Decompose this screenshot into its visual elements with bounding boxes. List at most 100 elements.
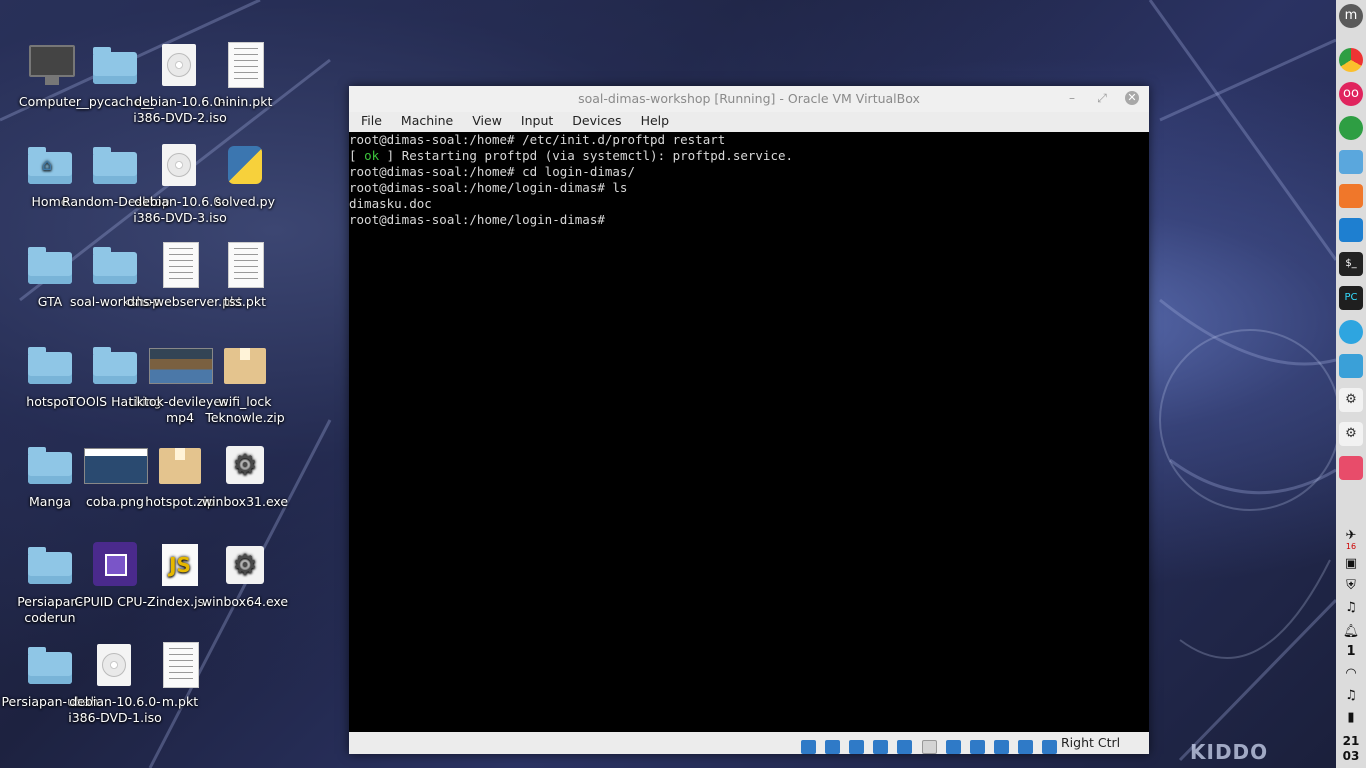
notification-badge: 16 (1345, 542, 1357, 551)
desktop-icon-label: Teknowle.zip (205, 410, 285, 425)
menu-view[interactable]: View (460, 112, 509, 128)
firefox-icon[interactable] (1339, 184, 1363, 208)
folder-icon (92, 142, 138, 188)
battery-icon[interactable]: ▮ (1336, 710, 1366, 725)
home-folder-icon (27, 142, 73, 188)
menu-help[interactable]: Help (629, 112, 677, 128)
desktop-icon-debian-dvd-1[interactable]: debian-10.6.0- i386-DVD-1.iso (68, 642, 162, 726)
desktop-icon-persiapan-coderun[interactable]: Persiapan- coderun (17, 542, 83, 626)
python-file-icon (222, 142, 268, 188)
monitor-icon[interactable] (1339, 354, 1363, 378)
workspace-indicator[interactable]: 1 (1336, 644, 1366, 659)
clock-hour: 21 (1342, 734, 1360, 748)
desktop-icon-solved-py[interactable]: solved.py (212, 142, 278, 210)
status-ok: ok (364, 148, 380, 163)
virtualbox-window[interactable]: soal-dimas-workshop [Running] - Oracle V… (349, 86, 1149, 754)
window-titlebar[interactable]: soal-dimas-workshop [Running] - Oracle V… (349, 86, 1149, 112)
device-status-icons (797, 736, 1057, 755)
audio-icon[interactable] (849, 739, 865, 754)
maximize-button[interactable]: ⤢ (1093, 89, 1111, 107)
volume-icon[interactable]: ♫ (1336, 688, 1366, 703)
desktop-icon-label: m.pkt (161, 694, 199, 709)
pycharm-icon[interactable]: PC (1339, 286, 1363, 310)
desktop-icon-winbox31[interactable]: ⚙ winbox31.exe (202, 442, 288, 510)
flickr-icon[interactable]: oo (1339, 82, 1363, 106)
display-icon[interactable] (945, 739, 961, 754)
image-thumbnail-icon (84, 442, 148, 488)
cpu-activity-icon[interactable] (993, 739, 1009, 754)
window-title: soal-dimas-workshop [Running] - Oracle V… (578, 91, 920, 106)
mouse-integration-icon[interactable] (1042, 739, 1057, 754)
folder-icon (92, 42, 138, 88)
desktop-icon-label: wifi_lock (218, 394, 272, 409)
desktop-icon-label: i386-DVD-3.iso (133, 210, 227, 225)
desktop-icon-wifi-lock-zip[interactable]: wifi_lock Teknowle.zip (205, 342, 285, 426)
side-panel: m oo $_ PC ⚙ ⚙ ✈ 16 ▣ ⛨ ♫ 🔔︎ 1 ◠ ♫ ▮ 21 … (1336, 0, 1366, 768)
settings-icon[interactable]: ⚙ (1339, 422, 1363, 446)
desktop-icon-label: tss.pkt (224, 294, 266, 309)
notification-bell-icon[interactable]: 🔔︎ (1336, 624, 1366, 639)
close-button[interactable]: ✕ (1125, 91, 1139, 105)
telegram-tray-icon[interactable]: ✈ (1336, 528, 1366, 543)
optical-drive-icon[interactable] (825, 739, 841, 754)
clipboard-icon[interactable]: ▣ (1336, 556, 1366, 571)
document-icon (157, 242, 203, 288)
usb-icon[interactable] (897, 739, 913, 754)
disc-image-icon (157, 142, 203, 188)
wallpaper-brand-text: KIDDO (1190, 740, 1269, 764)
terminal-icon[interactable]: $_ (1339, 252, 1363, 276)
document-icon (157, 642, 203, 688)
disc-image-icon (157, 42, 203, 88)
desktop-icon-m-pkt[interactable]: m.pkt (147, 642, 213, 710)
network-icon[interactable] (873, 739, 889, 754)
terminal-line: [ ok ] Restarting proftpd (via systemctl… (349, 148, 1149, 164)
video-thumbnail-icon (149, 342, 213, 388)
host-key-indicator[interactable]: Right Ctrl (1061, 735, 1149, 750)
music-icon[interactable]: ♫ (1336, 600, 1366, 615)
desktop-icon-tss-pkt[interactable]: tss.pkt (212, 242, 278, 310)
vm-terminal-screen[interactable]: root@dimas-soal:/home# /etc/init.d/proft… (349, 132, 1149, 732)
desktop-icon-winbox64[interactable]: ⚙ winbox64.exe (202, 542, 288, 610)
minimize-button[interactable]: – (1063, 89, 1081, 107)
folder-icon (27, 442, 73, 488)
desktop-icon-label: coderun (24, 610, 76, 625)
computer-icon (27, 42, 75, 88)
shared-folders-icon[interactable] (921, 739, 937, 754)
vscode-icon[interactable] (1339, 218, 1363, 242)
terminal-text: [ (349, 148, 365, 163)
hard-disk-icon[interactable] (801, 739, 817, 754)
menu-devices[interactable]: Devices (560, 112, 628, 128)
folder-icon (27, 342, 73, 388)
terminal-prompt[interactable]: root@dimas-soal:/home/login-dimas# (349, 212, 1149, 228)
menu-file[interactable]: File (349, 112, 389, 128)
terminal-line: root@dimas-soal:/home/login-dimas# ls (349, 180, 628, 195)
folder-icon (27, 642, 73, 688)
document-icon (222, 242, 268, 288)
folder-icon (27, 242, 73, 288)
menu-machine[interactable]: Machine (389, 112, 460, 128)
clock[interactable]: 21 03 (1336, 734, 1366, 764)
folder-icon (92, 342, 138, 388)
menu-input[interactable]: Input (509, 112, 560, 128)
guest-additions-icon[interactable] (1017, 739, 1033, 754)
desktop-icon-debian-dvd-2[interactable]: debian-10.6.0- i386-DVD-2.iso (133, 42, 227, 126)
files-icon[interactable] (1339, 150, 1363, 174)
chrome-icon[interactable] (1339, 48, 1363, 72)
terminal-line: root@dimas-soal:/home# cd login-dimas/ (349, 164, 635, 179)
desktop-icon-ninin-pkt[interactable]: ninin.pkt (212, 42, 278, 110)
android-icon[interactable] (1339, 116, 1363, 140)
photos-icon[interactable] (1339, 456, 1363, 480)
archive-icon (222, 342, 268, 388)
desktop-icon-label: i386-DVD-1.iso (68, 710, 162, 725)
wifi-icon[interactable]: ◠ (1336, 666, 1366, 681)
recording-icon[interactable] (969, 739, 985, 754)
cpu-chip-icon (92, 542, 138, 588)
gear-icon: ⚙ (222, 542, 268, 588)
telegram-icon[interactable] (1339, 320, 1363, 344)
settings-icon[interactable]: ⚙ (1339, 388, 1363, 412)
desktop-icon-debian-dvd-3[interactable]: debian-10.6.0- i386-DVD-3.iso (133, 142, 227, 226)
clock-minute: 03 (1342, 749, 1360, 763)
mint-menu-icon[interactable]: m (1339, 4, 1363, 28)
shield-icon[interactable]: ⛨ (1336, 578, 1366, 593)
desktop-icon-label: solved.py (215, 194, 275, 209)
